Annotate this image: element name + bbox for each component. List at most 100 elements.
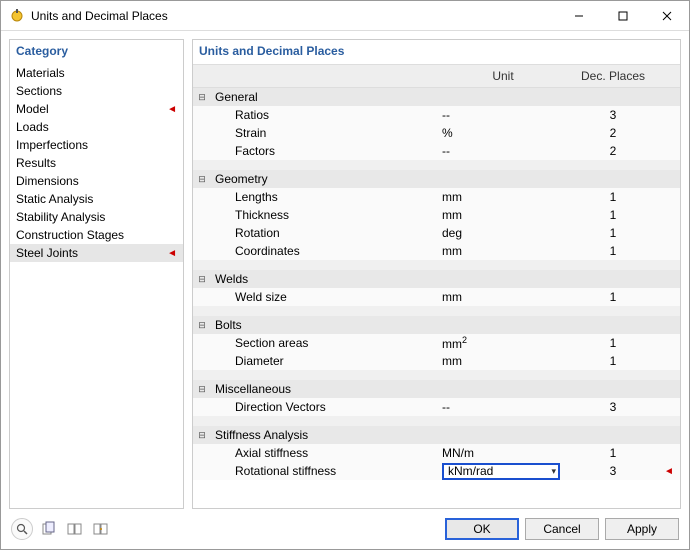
decplaces-cell[interactable]: 1 xyxy=(568,446,658,460)
category-item[interactable]: Construction Stages xyxy=(10,226,183,244)
decplaces-cell[interactable]: 2 xyxy=(568,144,658,158)
collapse-icon[interactable]: ⊟ xyxy=(193,431,211,440)
category-label: Stability Analysis xyxy=(16,210,105,224)
category-item[interactable]: Dimensions xyxy=(10,172,183,190)
grid-header-row: Unit Dec. Places xyxy=(193,64,680,88)
setting-row: Rotational stiffnesskNm/rad▾3◄ xyxy=(193,462,680,480)
collapse-icon[interactable]: ⊟ xyxy=(193,93,211,102)
collapse-icon[interactable]: ⊟ xyxy=(193,385,211,394)
collapse-icon[interactable]: ⊟ xyxy=(193,175,211,184)
group-name: General xyxy=(211,90,438,104)
category-item[interactable]: Results xyxy=(10,154,183,172)
unit-cell[interactable]: mm xyxy=(438,208,568,222)
setting-row: Axial stiffnessMN/m1 xyxy=(193,444,680,462)
category-item[interactable]: Loads xyxy=(10,118,183,136)
setting-name: Lengths xyxy=(211,190,438,204)
category-label: Construction Stages xyxy=(16,228,124,242)
category-item[interactable]: Sections xyxy=(10,82,183,100)
unit-cell[interactable]: mm xyxy=(438,190,568,204)
unit-cell[interactable]: -- xyxy=(438,108,568,122)
category-label: Sections xyxy=(16,84,62,98)
category-item[interactable]: Steel Joints◄ xyxy=(10,244,183,262)
col-decplaces: Dec. Places xyxy=(568,69,658,83)
decplaces-cell[interactable]: 2 xyxy=(568,126,658,140)
setting-row: Factors--2 xyxy=(193,142,680,160)
decplaces-cell[interactable]: 3 xyxy=(568,400,658,414)
setting-name: Section areas xyxy=(211,336,438,350)
decplaces-cell[interactable]: 1 xyxy=(568,354,658,368)
titlebar: Units and Decimal Places xyxy=(1,1,689,31)
category-label: Static Analysis xyxy=(16,192,93,206)
category-item[interactable]: Static Analysis xyxy=(10,190,183,208)
decplaces-cell[interactable]: 1 xyxy=(568,226,658,240)
unit-cell[interactable]: mm2 xyxy=(438,335,568,351)
search-icon[interactable] xyxy=(11,518,33,540)
chevron-down-icon: ▾ xyxy=(551,466,556,477)
collapse-icon[interactable]: ⊟ xyxy=(193,321,211,330)
unit-cell[interactable]: -- xyxy=(438,400,568,414)
setting-name: Ratios xyxy=(211,108,438,122)
apply-button[interactable]: Apply xyxy=(605,518,679,540)
paste-settings-icon[interactable] xyxy=(91,519,111,539)
setting-name: Factors xyxy=(211,144,438,158)
group-row[interactable]: ⊟General xyxy=(193,88,680,106)
setting-name: Rotation xyxy=(211,226,438,240)
decplaces-cell[interactable]: 3 xyxy=(568,108,658,122)
load-profile-icon[interactable] xyxy=(39,519,59,539)
collapse-icon[interactable]: ⊟ xyxy=(193,275,211,284)
unit-cell[interactable]: mm xyxy=(438,244,568,258)
unit-dropdown[interactable]: kNm/rad ▾ xyxy=(442,463,560,480)
unit-cell[interactable]: mm xyxy=(438,354,568,368)
group-row[interactable]: ⊟Stiffness Analysis xyxy=(193,426,680,444)
unit-cell[interactable]: kNm/rad ▾ xyxy=(438,463,568,480)
setting-name: Direction Vectors xyxy=(211,400,438,414)
unit-cell[interactable]: % xyxy=(438,126,568,140)
decplaces-cell[interactable]: 1 xyxy=(568,208,658,222)
maximize-button[interactable] xyxy=(601,1,645,30)
category-label: Loads xyxy=(16,120,49,134)
app-icon xyxy=(9,8,25,24)
dialog-window: Units and Decimal Places Category Materi… xyxy=(0,0,690,550)
group-name: Stiffness Analysis xyxy=(211,428,438,442)
category-item[interactable]: Materials xyxy=(10,64,183,82)
group-row[interactable]: ⊟Welds xyxy=(193,270,680,288)
decplaces-cell[interactable]: 1 xyxy=(568,290,658,304)
ok-button[interactable]: OK xyxy=(445,518,519,540)
group-name: Bolts xyxy=(211,318,438,332)
setting-row: Direction Vectors--3 xyxy=(193,398,680,416)
group-row[interactable]: ⊟Miscellaneous xyxy=(193,380,680,398)
group-row[interactable]: ⊟Bolts xyxy=(193,316,680,334)
setting-row: Thicknessmm1 xyxy=(193,206,680,224)
decplaces-cell[interactable]: 1 xyxy=(568,336,658,350)
setting-row: Coordinatesmm1 xyxy=(193,242,680,260)
category-list: Materials Sections Model◄ Loads Imperfection… xyxy=(10,64,183,262)
copy-settings-icon[interactable] xyxy=(65,519,85,539)
setting-row: Lengthsmm1 xyxy=(193,188,680,206)
category-item[interactable]: Model◄ xyxy=(10,100,183,118)
close-button[interactable] xyxy=(645,1,689,30)
group-row[interactable]: ⊟Geometry xyxy=(193,170,680,188)
unit-value: kNm/rad xyxy=(448,464,493,478)
minimize-button[interactable] xyxy=(557,1,601,30)
setting-name: Coordinates xyxy=(211,244,438,258)
category-label: Imperfections xyxy=(16,138,88,152)
unit-cell[interactable]: mm xyxy=(438,290,568,304)
col-unit: Unit xyxy=(438,69,568,83)
category-item[interactable]: Imperfections xyxy=(10,136,183,154)
setting-name: Rotational stiffness xyxy=(211,464,438,478)
unit-cell[interactable]: deg xyxy=(438,226,568,240)
setting-row: Section areasmm21 xyxy=(193,334,680,352)
decplaces-cell[interactable]: 3 xyxy=(568,464,658,478)
cancel-button[interactable]: Cancel xyxy=(525,518,599,540)
decplaces-cell[interactable]: 1 xyxy=(568,190,658,204)
setting-row: Ratios--3 xyxy=(193,106,680,124)
settings-grid: Unit Dec. Places ⊟GeneralRatios--3Strain… xyxy=(193,64,680,508)
unit-cell[interactable]: MN/m xyxy=(438,446,568,460)
decplaces-cell[interactable]: 1 xyxy=(568,244,658,258)
category-label: Results xyxy=(16,156,56,170)
category-item[interactable]: Stability Analysis xyxy=(10,208,183,226)
setting-row: Rotationdeg1 xyxy=(193,224,680,242)
unit-cell[interactable]: -- xyxy=(438,144,568,158)
group-name: Welds xyxy=(211,272,438,286)
setting-row: Strain%2 xyxy=(193,124,680,142)
